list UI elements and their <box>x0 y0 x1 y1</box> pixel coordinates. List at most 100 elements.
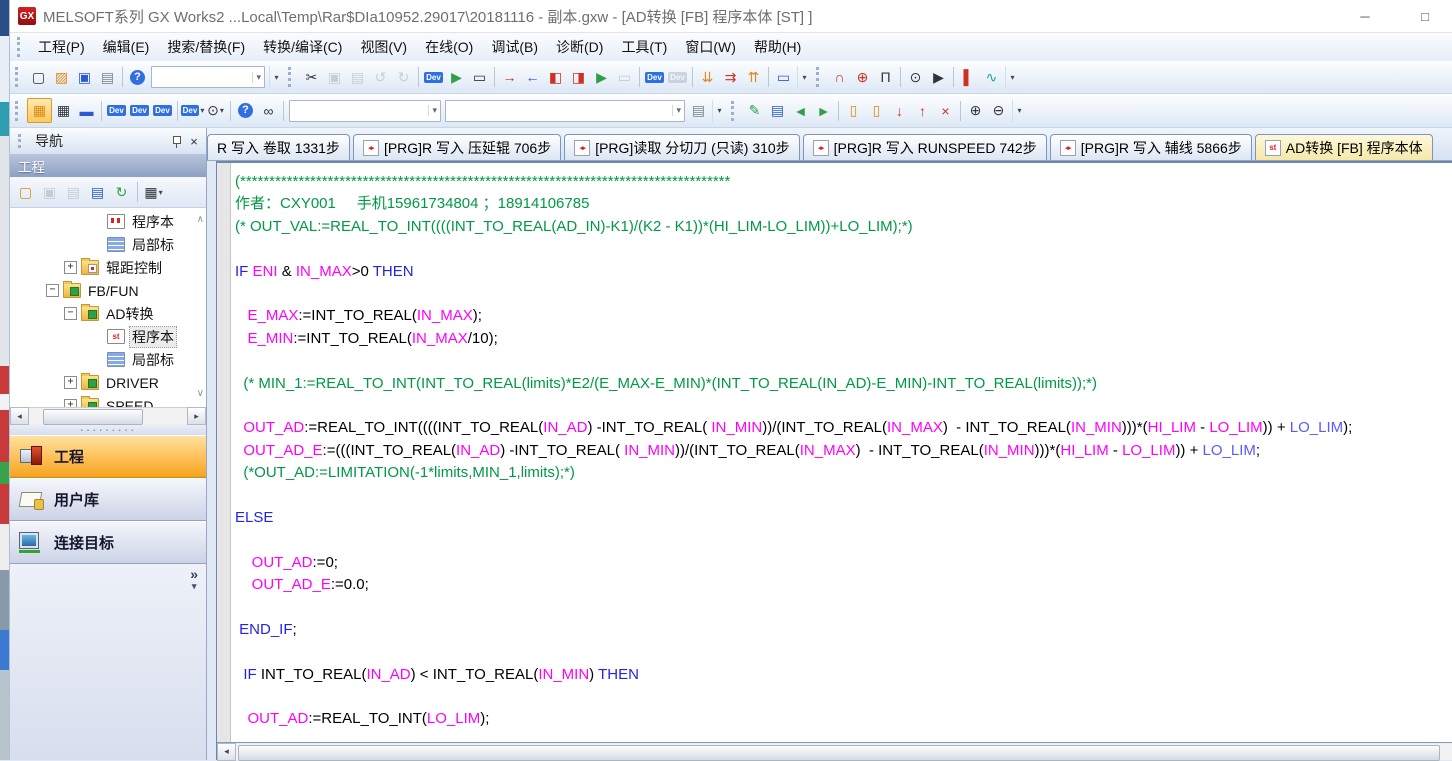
new-project-icon[interactable]: ▢ <box>27 66 50 89</box>
chevron-down-icon[interactable]: ▾ <box>428 105 440 116</box>
menu-item-4[interactable]: 视图(V) <box>351 36 416 58</box>
device-memory-icon[interactable]: Dev <box>128 99 151 122</box>
write-to-plc-icon[interactable]: → <box>498 66 521 89</box>
toolbar-overflow-icon[interactable]: ▾ <box>1012 100 1026 122</box>
toolbar-grip[interactable] <box>816 67 823 87</box>
label-search-icon[interactable]: ⊙▾ <box>204 99 227 122</box>
panel-grip[interactable] <box>18 134 25 148</box>
device-batch-icon[interactable]: ▭ <box>468 66 491 89</box>
copy-data-icon[interactable]: ▣ <box>38 181 61 204</box>
watch-monitor-icon[interactable]: ▶ <box>927 66 950 89</box>
code-line[interactable]: ELSE <box>235 507 1452 529</box>
module-configuration-icon[interactable]: ▦ <box>52 99 75 122</box>
code-line[interactable] <box>235 350 1452 372</box>
jump-exchange-icon[interactable]: ⇉ <box>719 66 742 89</box>
find-up-icon[interactable]: ↑ <box>911 99 934 122</box>
toolbar-overflow-icon[interactable]: ▾ <box>797 66 811 88</box>
code-line[interactable] <box>235 529 1452 551</box>
watch-find-icon[interactable]: ⊙ <box>904 66 927 89</box>
close-icon[interactable]: × <box>187 134 201 149</box>
insert-row-icon[interactable]: ▯ <box>842 99 865 122</box>
code-line[interactable]: END_IF; <box>235 619 1452 641</box>
paste-icon[interactable]: ▤ <box>346 66 369 89</box>
scan-time-icon[interactable]: ▌ <box>957 66 980 89</box>
delete-row-icon[interactable]: × <box>934 99 957 122</box>
program-list-icon[interactable]: ▤ <box>766 99 789 122</box>
menu-item-9[interactable]: 窗口(W) <box>676 36 745 58</box>
code-line[interactable]: OUT_AD:=REAL_TO_INT(LO_LIM); <box>235 708 1452 730</box>
device-find-icon[interactable]: Dev <box>422 66 445 89</box>
redo-icon[interactable]: ↻ <box>392 66 415 89</box>
menu-item-0[interactable]: 工程(P) <box>29 36 94 58</box>
code-line[interactable]: (* OUT_VAL:=REAL_TO_INT((((INT_TO_REAL(A… <box>235 216 1452 238</box>
toolbar-overflow-icon[interactable]: ▾ <box>269 66 283 88</box>
tree-item-ad-local-label[interactable]: 局部标 <box>10 348 206 371</box>
code-line[interactable] <box>235 283 1452 305</box>
monitor-read-icon[interactable]: ◧ <box>544 66 567 89</box>
menu-item-8[interactable]: 工具(T) <box>612 36 676 58</box>
tree-item-fb-fun[interactable]: −FB/FUN <box>10 279 206 302</box>
tab-ad-convert-fb[interactable]: stAD转换 [FB] 程序本体 <box>1255 134 1433 160</box>
tree-scroll-down-icon[interactable]: ∨ <box>197 388 204 399</box>
scrollbar-thumb[interactable] <box>238 745 1440 761</box>
device-monitor-icon[interactable]: ▶ <box>445 66 468 89</box>
scrollbar-thumb[interactable] <box>43 409 143 425</box>
project-view-icon[interactable]: ▦ <box>27 98 52 123</box>
read-from-plc-icon[interactable]: ← <box>521 66 544 89</box>
tab-prg-write-runspeed[interactable]: ◂▸[PRG]R 写入 RUNSPEED 742步 <box>803 134 1047 160</box>
code-line[interactable] <box>235 484 1452 506</box>
print-icon[interactable]: ▤ <box>96 66 119 89</box>
code-line[interactable] <box>235 395 1452 417</box>
menu-item-2[interactable]: 搜索/替换(F) <box>158 36 254 58</box>
jump-back-icon[interactable]: ⇈ <box>742 66 765 89</box>
sort-device-icon[interactable]: ▦▾ <box>142 181 165 204</box>
tree-item-program-body[interactable]: 程序本 <box>10 210 206 233</box>
data-info-icon[interactable]: ▤ <box>86 181 109 204</box>
code-line[interactable]: (***************************************… <box>235 171 1452 193</box>
monitor-stop-icon[interactable]: ▭ <box>613 66 636 89</box>
menu-item-6[interactable]: 调试(B) <box>482 36 547 58</box>
tree-item-driver[interactable]: +DRIVER <box>10 371 206 394</box>
paste-data-icon[interactable]: ▤ <box>62 181 85 204</box>
save-project-icon[interactable]: ▣ <box>73 66 96 89</box>
toolbar-grip[interactable] <box>15 101 22 121</box>
help-icon[interactable]: ? <box>126 66 149 89</box>
find-target-combo[interactable]: ▾ <box>289 100 441 122</box>
tree-horizontal-scrollbar[interactable]: ◂ ▸ <box>10 407 206 425</box>
code-line[interactable]: (* MIN_1:=REAL_TO_INT(INT_TO_REAL(limits… <box>235 373 1452 395</box>
code-line[interactable] <box>235 238 1452 260</box>
find-previous-icon[interactable]: ◄ <box>789 99 812 122</box>
expand-icon[interactable]: + <box>64 399 77 407</box>
find-down-icon[interactable]: ↓ <box>888 99 911 122</box>
minimize-button[interactable]: ─ <box>1352 9 1378 24</box>
device-comment-icon[interactable]: Dev <box>105 99 128 122</box>
undo-icon[interactable]: ↺ <box>369 66 392 89</box>
device-batch-monitor-icon[interactable]: Dev <box>643 66 666 89</box>
nav-button-connection-target[interactable]: 连接目标 <box>10 521 206 564</box>
pulse-trace-icon[interactable]: Π <box>874 66 897 89</box>
toolbar-overflow-icon[interactable]: ▾ <box>1005 66 1019 88</box>
toolbar-grip[interactable] <box>15 67 22 87</box>
monitor-start-icon[interactable]: ▶ <box>590 66 613 89</box>
il-edit-icon[interactable]: ▯ <box>865 99 888 122</box>
more-buttons-icon[interactable]: »▾ <box>190 568 198 592</box>
monitor-write-icon[interactable]: ◨ <box>567 66 590 89</box>
menu-grip[interactable] <box>17 37 24 57</box>
new-data-icon[interactable]: ▢ <box>14 181 37 204</box>
menu-item-10[interactable]: 帮助(H) <box>745 36 810 58</box>
help-icon[interactable]: ? <box>234 99 257 122</box>
code-line[interactable]: OUT_AD_E:=(((INT_TO_REAL(IN_AD) -INT_TO_… <box>235 440 1452 462</box>
tab-prg-read-fenqiedao[interactable]: ◂▸[PRG]读取 分切刀 (只读) 310步 <box>564 134 799 160</box>
tree-item-roller-gap-control[interactable]: +辊距控制 <box>10 256 206 279</box>
code-line[interactable]: OUT_AD:=REAL_TO_INT((((INT_TO_REAL(IN_AD… <box>235 417 1452 439</box>
find-string-combo[interactable]: ▾ <box>445 100 685 122</box>
scroll-right-icon[interactable]: ▸ <box>187 407 206 425</box>
code-line[interactable]: E_MAX:=INT_TO_REAL(IN_MAX); <box>235 305 1452 327</box>
project-tree[interactable]: ∧ ∨ 程序本局部标+辊距控制−FB/FUN−AD转换st程序本局部标+DRIV… <box>10 208 206 407</box>
work-window-icon[interactable]: ▬ <box>75 99 98 122</box>
code-line[interactable]: E_MIN:=INT_TO_REAL(IN_MAX/10); <box>235 328 1452 350</box>
nav-button-project[interactable]: 工程 <box>10 435 206 478</box>
chevron-down-icon[interactable]: ▾ <box>252 72 264 83</box>
panel-splitter[interactable]: ········· <box>10 425 206 435</box>
st-code-editor[interactable]: (***************************************… <box>231 163 1452 742</box>
